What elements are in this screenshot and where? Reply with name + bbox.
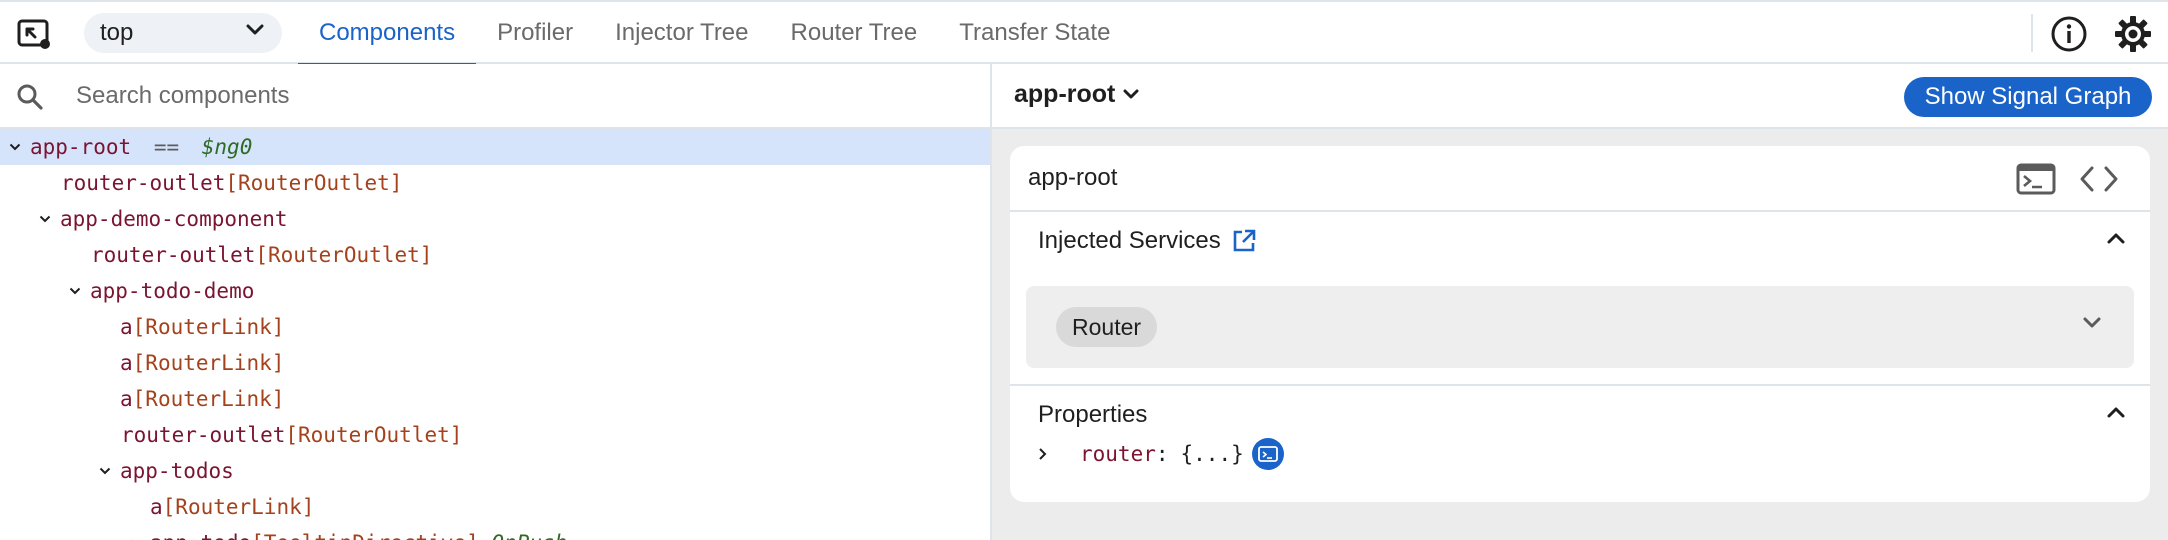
tab-injector-tree[interactable]: Injector Tree [594,2,769,64]
service-chip-router[interactable]: Router [1056,307,1158,347]
log-to-console-button[interactable] [2016,162,2056,196]
chevron-up-icon[interactable] [2106,232,2126,245]
node-change-detection: OnPush [491,531,567,540]
devtools-toolbar: top Components Profiler Injector Tree Ro… [0,0,2168,66]
injected-services-list: Router [1026,286,2134,368]
tree-node[interactable]: a[RouterLink] [0,381,990,417]
details-header: app-root Show Signal Graph [992,64,2168,129]
tree-node-app-root[interactable]: app-root == $ng0 [0,129,990,165]
node-directive: [RouterLink] [132,315,285,339]
chevron-down-icon [246,24,264,35]
node-directive: [TooltipDirective] [251,531,479,540]
gear-icon [2115,16,2151,52]
tab-label: Injector Tree [615,19,749,46]
tree-node[interactable]: app-todo[TooltipDirective] OnPush [0,525,990,540]
chevron-down-icon[interactable] [2082,316,2102,329]
expand-toggle-icon[interactable] [69,273,83,309]
properties-title: Properties [1038,401,1148,428]
selected-component-dropdown[interactable]: app-root [1014,80,1139,109]
show-signal-graph-label: Show Signal Graph [1924,83,2132,110]
component-tree: app-root == $ng0 router-outlet[RouterOut… [0,129,990,540]
tab-label: Transfer State [959,19,1111,46]
search-icon [17,84,43,110]
tab-label: Components [319,19,456,46]
expand-toggle-icon[interactable] [129,525,143,540]
property-value: {...} [1180,442,1244,466]
inspect-icon [17,19,50,49]
selected-component-name: app-root [1014,80,1116,108]
injected-services-title: Injected Services [1038,227,1221,254]
node-element-name: router-outlet [61,171,226,195]
expand-toggle-icon[interactable] [1038,447,1062,461]
component-details-panel: app-root Show Signal Graph app-root Inje… [992,64,2168,540]
node-element-name: app-todo-demo [90,279,255,303]
tab-label: Router Tree [790,19,918,46]
node-element-name: a [120,315,133,339]
info-icon [2051,16,2087,52]
chevron-up-icon[interactable] [2106,406,2126,419]
expand-toggle-icon[interactable] [9,129,23,165]
injected-services-header[interactable]: Injected Services [1010,212,2150,270]
inspect-element-button[interactable] [14,16,54,52]
node-element-name: a [120,387,133,411]
frame-select[interactable]: top [84,13,282,53]
tab-profiler[interactable]: Profiler [476,2,594,64]
search-input[interactable] [76,76,956,116]
toolbar-divider [2031,14,2033,52]
node-element-name: app-demo-component [60,207,288,231]
node-directive: [RouterOutlet] [255,243,433,267]
tab-router-tree[interactable]: Router Tree [770,2,939,64]
tab-components[interactable]: Components [298,2,477,66]
node-eq: == [153,135,180,159]
node-directive: [RouterLink] [162,495,315,519]
node-element-name: a [120,351,133,375]
tree-node[interactable]: a[RouterLink] [0,345,990,381]
view-source-button[interactable] [2078,163,2120,195]
terminal-icon [2016,163,2056,195]
component-search [0,64,990,129]
property-row-router: router: {...} [1038,436,1284,472]
tab-transfer-state[interactable]: Transfer State [938,2,1131,64]
tree-node[interactable]: router-outlet[RouterOutlet] [0,417,990,453]
component-card-title: app-root [1028,164,1118,191]
component-tree-panel: app-root == $ng0 router-outlet[RouterOut… [0,64,992,540]
node-element-name: app-root [30,135,132,159]
service-chip-label: Router [1072,313,1142,340]
settings-button[interactable] [2113,14,2153,54]
node-directive: [RouterOutlet] [225,171,403,195]
node-element-name: router-outlet [91,243,256,267]
info-button[interactable] [2050,15,2088,53]
tab-label: Profiler [497,19,574,46]
node-element-name: app-todos [120,459,234,483]
property-colon: : [1155,442,1169,466]
code-icon [2080,166,2118,192]
property-key: router [1080,442,1156,466]
node-directive: [RouterOutlet] [285,423,463,447]
chevron-down-icon [1123,89,1139,99]
terminal-icon [1257,446,1278,462]
expand-toggle-icon[interactable] [39,201,53,237]
tree-node[interactable]: app-todos [0,453,990,489]
tree-node[interactable]: app-todo-demo [0,273,990,309]
node-directive: [RouterLink] [132,387,285,411]
tree-node[interactable]: app-demo-component [0,201,990,237]
tree-node[interactable]: router-outlet[RouterOutlet] [0,237,990,273]
component-card: app-root Injected Services Router Proper… [1010,146,2150,502]
log-property-button[interactable] [1251,438,1284,470]
external-link-icon[interactable] [1231,228,1257,254]
node-element-name: a [150,495,163,519]
node-directive: [RouterLink] [132,351,285,375]
node-console-var: $ng0 [201,135,253,159]
node-element-name: app-todo [150,531,251,540]
tree-node[interactable]: router-outlet[RouterOutlet] [0,165,990,201]
tree-node[interactable]: a[RouterLink] [0,489,990,525]
show-signal-graph-button[interactable]: Show Signal Graph [1904,77,2152,117]
tab-bar: Components Profiler Injector Tree Router… [298,2,1131,66]
expand-toggle-icon[interactable] [99,453,113,489]
component-card-header: app-root [1010,146,2150,212]
frame-select-value: top [100,19,134,46]
tree-node[interactable]: a[RouterLink] [0,309,990,345]
node-element-name: router-outlet [121,423,286,447]
